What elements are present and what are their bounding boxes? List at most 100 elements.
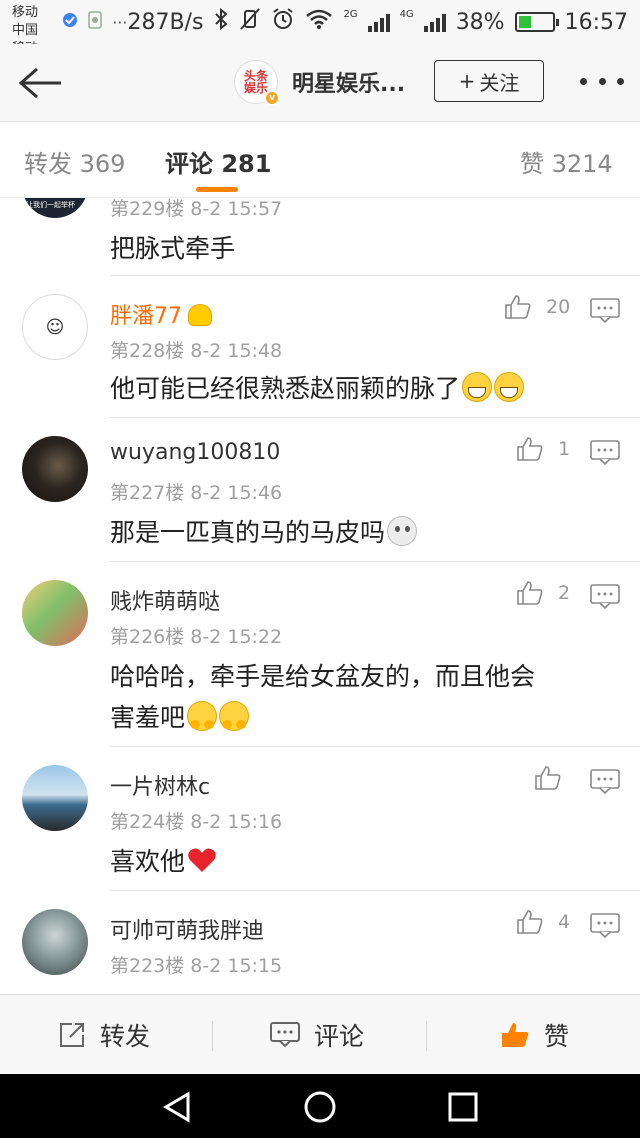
- back-button[interactable]: [0, 44, 80, 122]
- comment-meta: 第226楼 8-2 15:22: [110, 626, 283, 648]
- like-button[interactable]: 20: [504, 294, 570, 320]
- account-link[interactable]: 头条娱乐 v 明星娱乐...: [234, 60, 406, 106]
- comment-button[interactable]: 评论: [270, 995, 364, 1075]
- battery-fill: [518, 16, 531, 28]
- comment-item: 让我们一起举杯 第229楼 8-2 15:57 把脉式牵手: [0, 198, 640, 276]
- comment-text-body: 他可能已经很熟悉赵丽颖的脉了: [110, 374, 461, 403]
- comment-list[interactable]: 让我们一起举杯 第229楼 8-2 15:57 把脉式牵手 ☺ 胖潘77 第22…: [0, 198, 640, 994]
- reply-icon[interactable]: [590, 769, 620, 795]
- comment-text: 他可能已经很熟悉赵丽颖的脉了: [110, 368, 620, 409]
- battery-percent: 38%: [455, 9, 505, 35]
- clock: 16:57: [564, 9, 628, 35]
- comment-item: wuyang100810 第227楼 8-2 15:46 那是一匹真的马的马皮吗…: [0, 418, 640, 562]
- status-right: 287B/s 2G 4G 38% 16:57: [127, 7, 628, 37]
- hug-emoji-icon: [187, 701, 218, 731]
- tab-likes[interactable]: 赞 3214: [520, 144, 613, 179]
- comment-meta: 第228楼 8-2 15:48: [110, 340, 283, 362]
- comment-username[interactable]: wuyang100810: [110, 440, 280, 465]
- comment-username[interactable]: 一片树林c: [110, 769, 210, 801]
- more-notifications-icon: ···: [112, 12, 128, 32]
- verified-badge-icon: v: [264, 90, 280, 106]
- comment-text: 那是一匹真的马的马皮吗: [110, 512, 620, 553]
- comment-label: 评论: [314, 1022, 365, 1051]
- reply-icon[interactable]: [590, 584, 620, 610]
- screen: 中国移动 中国移动 ··· 287B/s: [0, 0, 640, 1138]
- avatar[interactable]: 让我们一起举杯: [22, 198, 88, 218]
- notification-icons: ···: [62, 10, 127, 34]
- signal-icon-1: [367, 12, 390, 32]
- thumbs-up-icon: [505, 295, 531, 319]
- avatar-face: ☺: [45, 316, 65, 338]
- avatar[interactable]: ☺: [22, 294, 88, 360]
- app-notification-icon: [86, 10, 104, 34]
- arrow-left-icon: [18, 67, 61, 98]
- grin-emoji-icon: [494, 372, 525, 402]
- like-button[interactable]: [534, 765, 562, 791]
- like-button[interactable]: 1: [516, 436, 570, 462]
- thumbs-up-icon: [517, 910, 543, 934]
- comment-text-body: 害羞吧: [110, 703, 186, 732]
- comment-username[interactable]: 贱炸萌萌哒: [110, 584, 220, 616]
- comment-item: 贱炸萌萌哒 第226楼 8-2 15:22 哈哈哈，牵手是给女盆友的，而且他会 …: [0, 562, 640, 747]
- like-count: 1: [558, 438, 571, 460]
- more-options-button[interactable]: [580, 66, 624, 96]
- comment-item: 一片树林c 第224楼 8-2 15:16 喜欢他: [0, 747, 640, 891]
- repost-label: 转发: [100, 1022, 151, 1051]
- comment-meta: 第229楼 8-2 15:57: [110, 198, 283, 220]
- status-bar: 中国移动 中国移动 ··· 287B/s: [0, 0, 640, 56]
- dot-icon: [598, 77, 606, 85]
- system-nav-bar: [0, 1074, 640, 1138]
- network-4g: 4G: [399, 8, 414, 20]
- comment-item: ☺ 胖潘77 第228楼 8-2 15:48 他可能已经很熟悉赵丽颖的脉了 20: [0, 276, 640, 418]
- separator: [426, 1021, 427, 1051]
- follow-button[interactable]: + 关注: [434, 60, 544, 102]
- comment-meta: 第224楼 8-2 15:16: [110, 811, 283, 833]
- like-button[interactable]: 4: [516, 909, 570, 935]
- comment-username[interactable]: 可帅可萌我胖迪: [110, 913, 264, 945]
- carrier-1: 中国移动: [12, 0, 39, 20]
- comment-text-body: 那是一匹真的马的马皮吗: [110, 518, 386, 547]
- grin-emoji-icon: [462, 372, 493, 402]
- dot-icon: [617, 77, 624, 85]
- comment-username[interactable]: 胖潘77: [110, 298, 212, 330]
- like-post-button[interactable]: 赞: [500, 995, 569, 1075]
- skull-emoji-icon: [387, 516, 418, 546]
- comment-icon: [270, 1022, 300, 1048]
- avatar[interactable]: [22, 580, 88, 646]
- dot-icon: [580, 77, 587, 85]
- comment-text-line: 哈哈哈，牵手是给女盆友的，而且他会: [110, 662, 536, 691]
- separator: [212, 1021, 213, 1051]
- like-count: 4: [558, 911, 571, 933]
- like-button[interactable]: 2: [516, 580, 570, 606]
- avatar[interactable]: [22, 436, 88, 502]
- like-count: 2: [558, 582, 571, 604]
- reply-icon[interactable]: [590, 913, 620, 939]
- repost-button[interactable]: 转发: [58, 995, 150, 1075]
- comment-text: 喜欢他: [110, 841, 620, 882]
- thumbs-up-icon: [517, 581, 543, 605]
- avatar[interactable]: [22, 765, 88, 831]
- vip-crown-icon: [188, 304, 212, 326]
- tab-reposts[interactable]: 转发 369: [24, 144, 125, 179]
- tab-bar: 转发 369 评论 281 赞 3214: [0, 122, 640, 198]
- home-nav-icon[interactable]: [303, 1090, 337, 1124]
- thumbs-up-filled-icon: [502, 1023, 529, 1047]
- signal-icon-2: [423, 12, 446, 32]
- tab-comments[interactable]: 评论 281: [165, 144, 271, 179]
- comment-text-line: 害羞吧: [110, 697, 620, 738]
- avatar[interactable]: [22, 909, 88, 975]
- wifi-icon: [305, 8, 333, 36]
- comment-text: 把脉式牵手: [110, 234, 236, 263]
- account-name: 明星娱乐...: [292, 72, 406, 97]
- reply-icon[interactable]: [590, 298, 620, 324]
- like-label: 赞: [544, 1022, 570, 1051]
- account-avatar: 头条娱乐 v: [234, 60, 280, 106]
- heart-emoji-icon: [188, 848, 216, 872]
- active-tab-indicator: [196, 187, 238, 192]
- reply-icon[interactable]: [590, 440, 620, 466]
- back-nav-icon[interactable]: [160, 1090, 194, 1124]
- recents-nav-icon[interactable]: [446, 1090, 480, 1124]
- avatar-text: 让我们一起举杯: [26, 201, 75, 209]
- hug-emoji-icon: [219, 701, 250, 731]
- header: 头条娱乐 v 明星娱乐... + 关注: [0, 44, 640, 122]
